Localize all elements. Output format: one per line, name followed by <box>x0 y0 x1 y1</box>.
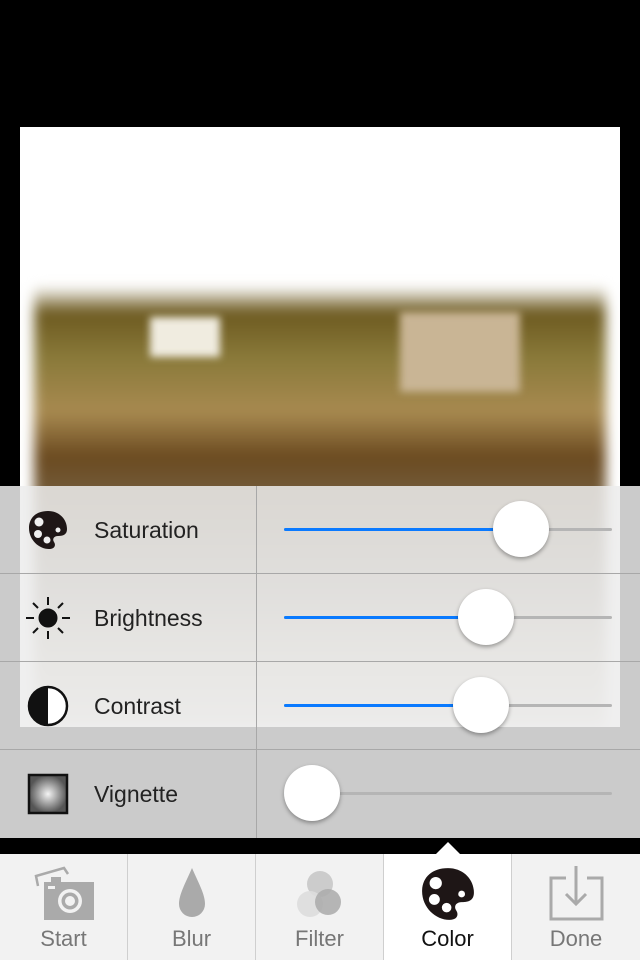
tab-done[interactable]: Done <box>512 854 640 960</box>
saturation-slider[interactable] <box>284 501 612 557</box>
circles-icon <box>297 871 341 917</box>
download-icon <box>549 866 604 921</box>
brightness-label: Brightness <box>94 605 203 631</box>
contrast-label: Contrast <box>94 693 181 719</box>
contrast-slider[interactable] <box>284 677 612 733</box>
tab-color[interactable]: Color <box>384 854 512 960</box>
camera-photo-icon <box>34 866 94 920</box>
slider-thumb[interactable] <box>493 501 550 557</box>
tab-label: Filter <box>295 926 344 951</box>
adjustment-panel: Saturation Brightness Contrast Vignette <box>0 486 640 838</box>
active-tab-indicator <box>436 842 460 854</box>
vignette-row: Vignette <box>0 750 640 838</box>
toolbar-separator <box>0 838 640 854</box>
tab-bar: Start Blur Filter Color Done <box>0 854 640 960</box>
tab-label: Start <box>40 926 87 951</box>
contrast-row: Contrast <box>0 662 640 750</box>
vignette-icon <box>27 773 69 815</box>
sun-icon <box>26 597 70 639</box>
tab-label: Color <box>421 926 474 951</box>
contrast-icon <box>27 685 69 727</box>
slider-thumb[interactable] <box>452 677 509 733</box>
slider-thumb[interactable] <box>458 589 515 645</box>
brightness-slider[interactable] <box>284 589 612 645</box>
drop-icon <box>179 868 205 917</box>
palette-icon <box>29 511 67 549</box>
tab-filter[interactable]: Filter <box>256 854 384 960</box>
tab-label: Blur <box>171 926 212 951</box>
tab-label: Done <box>549 926 603 951</box>
vignette-slider[interactable] <box>284 765 612 821</box>
tab-blur[interactable]: Blur <box>128 854 256 960</box>
brightness-row: Brightness <box>0 574 640 662</box>
saturation-label: Saturation <box>94 517 199 543</box>
slider-thumb[interactable] <box>284 765 340 821</box>
palette-icon <box>422 868 474 920</box>
vignette-label: Vignette <box>94 781 178 807</box>
tab-start[interactable]: Start <box>0 854 128 960</box>
saturation-row: Saturation <box>0 486 640 574</box>
